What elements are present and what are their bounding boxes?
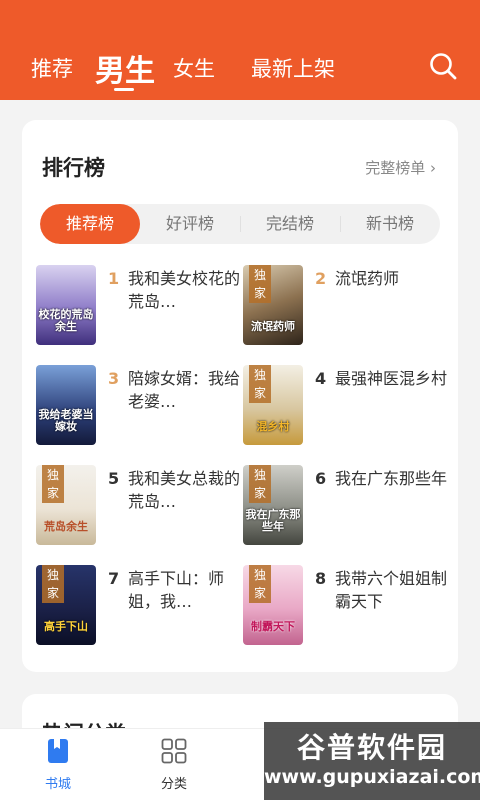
book-title: 陪嫁女婿：我给老婆…	[128, 369, 241, 411]
chevron-right-icon: ›	[430, 159, 436, 177]
rank-number: 5	[108, 469, 120, 488]
rank-number: 6	[315, 469, 327, 488]
book-item[interactable]: 荒岛余生 独家 5 我和美女总裁的荒岛…	[36, 465, 244, 547]
book-title: 最强神医混乡村	[335, 369, 448, 388]
book-cover: 混乡村 独家	[243, 365, 303, 445]
book-title: 我在广东那些年	[335, 469, 448, 488]
book-item[interactable]: 混乡村 独家 4 最强神医混乡村	[243, 365, 451, 447]
book-item[interactable]: 流氓药师 独家 2 流氓药师	[243, 265, 451, 347]
cover-text: 高手下山	[44, 620, 88, 633]
exclusive-badge: 独家	[249, 465, 271, 503]
nav-category[interactable]: 分类	[134, 729, 214, 800]
top-header: 推荐 男生 女生 最新上架	[0, 0, 480, 100]
exclusive-badge: 独家	[249, 565, 271, 603]
rank-number: 2	[315, 269, 327, 288]
book-item[interactable]: 制霸天下 独家 8 我带六个姐姐制霸天下	[243, 565, 451, 647]
search-icon[interactable]	[428, 51, 458, 81]
exclusive-badge: 独家	[249, 365, 271, 403]
rank-number: 1	[108, 269, 120, 288]
book-cover: 荒岛余生 独家	[36, 465, 96, 545]
exclusive-badge: 独家	[42, 565, 64, 603]
rank-number: 4	[315, 369, 327, 388]
cover-text: 我在广东那些年	[245, 508, 301, 533]
book-cover: 我给老婆当嫁妆	[36, 365, 96, 445]
segment-completed[interactable]: 完结榜	[240, 204, 340, 244]
full-list-link[interactable]: 完整榜单 ›	[365, 157, 436, 178]
cover-text: 我给老婆当嫁妆	[38, 408, 94, 433]
rank-number: 3	[108, 369, 120, 388]
tab-male[interactable]: 男生	[95, 46, 155, 90]
full-list-label: 完整榜单	[365, 159, 426, 177]
nav-label: 书城	[44, 777, 71, 792]
book-item[interactable]: 高手下山 独家 7 高手下山：师姐，我…	[36, 565, 244, 647]
segment-new-books[interactable]: 新书榜	[340, 204, 440, 244]
book-title: 高手下山：师姐，我…	[128, 569, 225, 611]
tab-recommend[interactable]: 推荐	[31, 53, 73, 83]
book-cover: 流氓药师 独家	[243, 265, 303, 345]
rank-number: 7	[108, 569, 120, 588]
book-cover: 校花的荒岛余生	[36, 265, 96, 345]
cover-text: 混乡村	[256, 420, 290, 433]
watermark-en: www.gupuxiazai.com	[264, 766, 480, 788]
ranking-card: 排行榜 完整榜单 › 推荐榜 好评榜 完结榜 新书榜 校花的荒岛余生 1 我和美…	[22, 120, 458, 672]
segment-rating[interactable]: 好评榜	[140, 204, 240, 244]
book-title: 流氓药师	[335, 269, 400, 288]
book-cover: 制霸天下 独家	[243, 565, 303, 645]
nav-label: 分类	[160, 777, 187, 792]
book-title: 我和美女总裁的荒岛…	[128, 469, 241, 511]
book-cover: 我在广东那些年 独家	[243, 465, 303, 545]
cover-text: 流氓药师	[251, 320, 295, 333]
book-title: 我带六个姐姐制霸天下	[335, 569, 448, 611]
cover-text: 荒岛余生	[44, 520, 88, 533]
book-title: 我和美女校花的荒岛…	[128, 269, 241, 311]
cover-text: 制霸天下	[251, 620, 295, 633]
watermark: 谷普软件园 www.gupuxiazai.com	[264, 722, 480, 800]
bookmark-book-icon	[48, 739, 68, 763]
book-item[interactable]: 我给老婆当嫁妆 3 陪嫁女婿：我给老婆…	[36, 365, 244, 447]
watermark-cn: 谷普软件园	[296, 731, 447, 764]
book-item[interactable]: 校花的荒岛余生 1 我和美女校花的荒岛…	[36, 265, 244, 347]
nav-bookstore[interactable]: 书城	[18, 729, 98, 800]
active-tab-indicator	[114, 88, 134, 91]
exclusive-badge: 独家	[42, 465, 64, 503]
exclusive-badge: 独家	[249, 265, 271, 303]
tab-female[interactable]: 女生	[173, 53, 215, 83]
ranking-title: 排行榜	[42, 156, 105, 180]
segment-recommend[interactable]: 推荐榜	[40, 204, 140, 244]
grid-icon	[161, 738, 187, 764]
book-cover: 高手下山 独家	[36, 565, 96, 645]
book-item[interactable]: 我在广东那些年 独家 6 我在广东那些年	[243, 465, 451, 547]
tab-new-releases[interactable]: 最新上架	[251, 53, 335, 83]
cover-text: 校花的荒岛余生	[38, 308, 94, 333]
ranking-segments: 推荐榜 好评榜 完结榜 新书榜	[40, 204, 440, 244]
rank-number: 8	[315, 569, 327, 588]
